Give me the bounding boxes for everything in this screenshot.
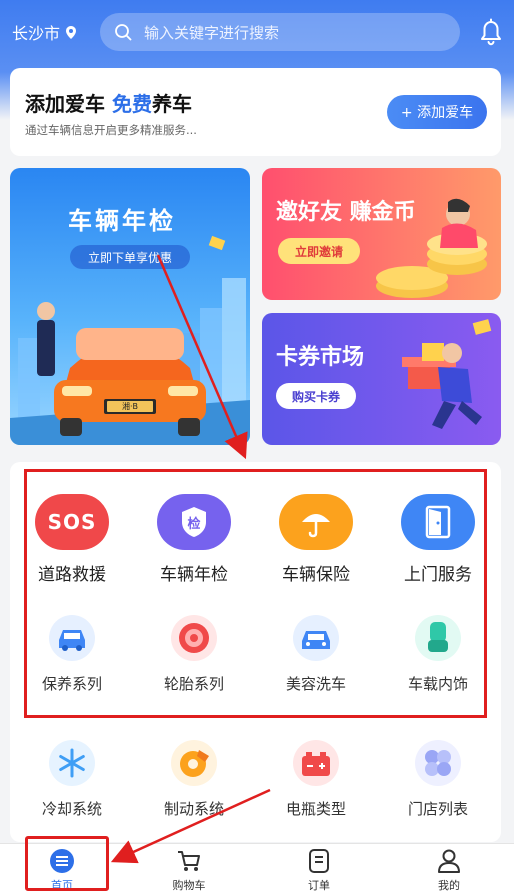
search-input[interactable]: 输入关键字进行搜索	[100, 13, 460, 51]
invite-now-button[interactable]: 立即邀请	[278, 238, 360, 264]
location-pin-icon	[66, 25, 77, 39]
add-car-title-highlight: 免费	[111, 92, 152, 116]
add-car-title: 添加爱车 免费养车	[25, 88, 192, 117]
search-placeholder: 输入关键字进行搜索	[144, 23, 280, 42]
buy-coupon-button[interactable]: 购买卡券	[276, 383, 356, 409]
tab-orders-label: 订单	[308, 879, 330, 892]
inspection-banner-title: 车辆年检	[68, 207, 176, 235]
services-highlight-box	[24, 469, 487, 718]
invite-banner-title: 邀好友 赚金币	[276, 200, 416, 225]
add-car-title-part2: 养车	[151, 92, 192, 116]
service-label: 门店列表	[407, 800, 468, 818]
orders-icon	[309, 849, 329, 873]
service-label: 制动系统	[163, 800, 224, 818]
brake-icon	[171, 740, 217, 786]
service-label: 电瓶类型	[285, 800, 346, 818]
tab-mine-label: 我的	[438, 879, 460, 892]
notification-bell-icon[interactable]	[478, 18, 504, 46]
add-car-card: 添加爱车 免费养车 通过车辆信息开启更多精准服务... + 添加爱车	[10, 68, 501, 156]
service-battery-type[interactable]: 电瓶类型	[261, 740, 371, 819]
cart-icon	[178, 851, 200, 871]
add-car-subtitle: 通过车辆信息开启更多精准服务...	[25, 123, 197, 137]
grid-icon	[415, 740, 461, 786]
city-selector[interactable]: 长沙市	[12, 20, 77, 44]
coupon-banner-title: 卡券市场	[276, 345, 365, 370]
tab-orders[interactable]: 订单	[284, 848, 354, 893]
add-car-title-part1: 添加爱车	[25, 92, 105, 116]
search-icon	[115, 24, 132, 41]
coupon-illustration	[402, 319, 492, 429]
service-store-list[interactable]: 门店列表	[383, 740, 493, 819]
city-label: 长沙市	[12, 24, 61, 43]
service-label: 冷却系统	[41, 800, 102, 818]
service-cooling-system[interactable]: 冷却系统	[17, 740, 127, 819]
inspection-banner-pill: 立即下单享优惠	[70, 245, 190, 269]
vehicle-inspection-banner[interactable]: 车辆年检 立即下单享优惠 湘·B	[10, 168, 250, 445]
invite-friends-banner[interactable]: 邀好友 赚金币 立即邀请	[262, 168, 501, 300]
home-tab-highlight-box	[25, 836, 109, 891]
battery-icon	[293, 740, 339, 786]
snowflake-icon	[49, 740, 95, 786]
tab-cart-label: 购物车	[172, 879, 206, 892]
tab-mine[interactable]: 我的	[414, 848, 484, 893]
gold-coins-illustration	[376, 198, 487, 298]
service-brake-system[interactable]: 制动系统	[139, 740, 249, 819]
add-car-button[interactable]: + 添加爱车	[387, 95, 487, 129]
tab-cart[interactable]: 购物车	[154, 848, 224, 893]
coupon-market-banner[interactable]: 卡券市场 购买卡券	[262, 313, 501, 445]
user-icon	[438, 849, 460, 873]
license-plate-text: 湘·B	[121, 402, 139, 411]
